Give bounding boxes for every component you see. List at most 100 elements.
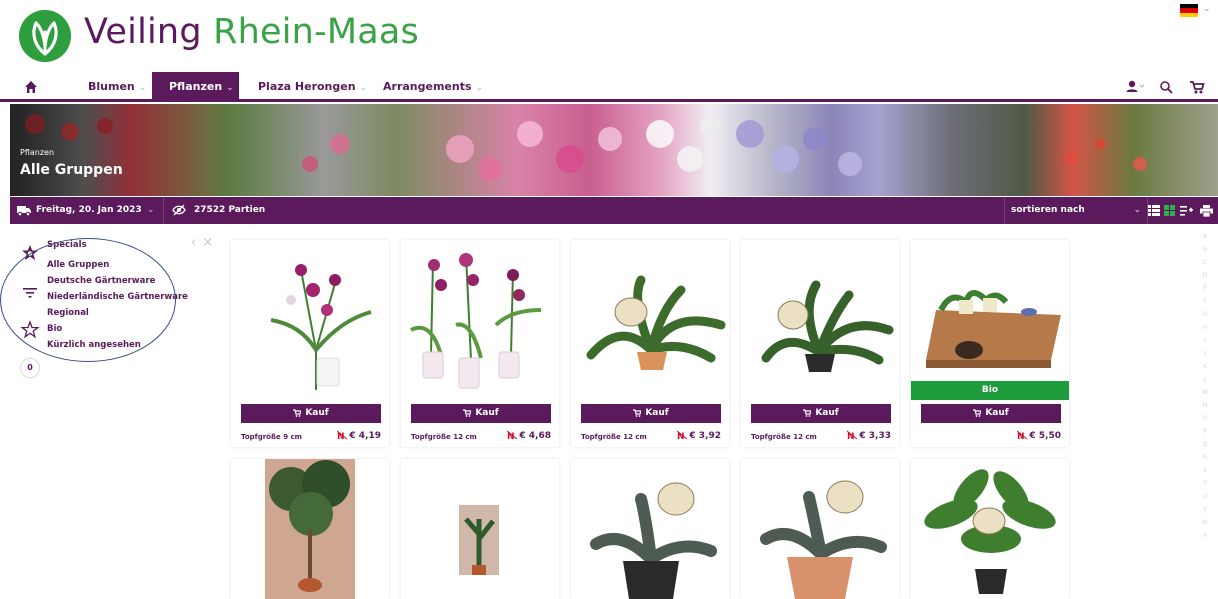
rail-letter[interactable]: P <box>1200 425 1210 438</box>
rail-letter[interactable]: E <box>1200 282 1210 295</box>
rail-letter[interactable]: L <box>1200 373 1210 386</box>
product-card[interactable] <box>231 459 389 599</box>
no-discount-icon: N <box>677 430 688 440</box>
nav-item-pflanzen[interactable]: Pflanzen ⌄ <box>152 72 239 102</box>
chevron-down-icon[interactable]: ⌄ <box>147 197 155 224</box>
nav-item-arrangements[interactable]: Arrangements ⌄ <box>375 72 491 102</box>
product-image[interactable] <box>401 240 559 400</box>
product-card[interactable]: Bio Kauf N € 5,50 <box>911 240 1069 447</box>
cart-icon <box>803 408 812 417</box>
product-card[interactable] <box>741 459 899 599</box>
list-view-icon[interactable] <box>1148 205 1160 216</box>
product-image[interactable] <box>741 459 899 599</box>
rail-letter[interactable]: V <box>1200 503 1210 516</box>
product-card[interactable]: Kauf Topfgröße 12 cm N € 3,92 <box>571 240 729 447</box>
annotation-circle <box>0 238 176 362</box>
lot-count: 27522 Partien <box>194 205 266 215</box>
product-image[interactable] <box>401 459 559 599</box>
rail-letter[interactable]: J <box>1200 347 1210 360</box>
sort-label: sortieren nach Artikelname <box>1011 205 1085 242</box>
nav-label: Arrangements <box>383 80 472 93</box>
grid-view-icon[interactable] <box>1164 205 1176 216</box>
rail-letter[interactable]: T <box>1200 477 1210 490</box>
brand-word-2: Rhein-Maas <box>213 12 419 52</box>
delivery-date-select[interactable]: Freitag, 20. Jan 2023 <box>36 197 142 224</box>
rail-letter[interactable]: U <box>1200 490 1210 503</box>
cart-icon <box>633 408 642 417</box>
rail-letter[interactable]: X <box>1200 529 1210 542</box>
product-card[interactable] <box>401 459 559 599</box>
nav-item-plaza-herongen[interactable]: Plaza Herongen ⌄ <box>250 72 375 102</box>
no-discount-icon: N <box>337 430 348 440</box>
product-image[interactable] <box>231 240 389 400</box>
breadcrumb[interactable]: Pflanzen <box>20 148 54 157</box>
rail-letter[interactable]: F <box>1200 295 1210 308</box>
buy-label: Kauf <box>645 408 669 418</box>
buy-button[interactable]: Kauf <box>581 404 721 423</box>
product-card[interactable]: Kauf Topfgröße 12 cm N € 4,68 <box>401 240 559 447</box>
add-list-icon[interactable] <box>1180 205 1193 216</box>
collapse-sidebar-icons[interactable]: ‹× <box>191 235 219 250</box>
rail-letter[interactable]: N <box>1200 399 1210 412</box>
buy-label: Kauf <box>305 408 329 418</box>
product-image[interactable] <box>571 240 729 400</box>
rail-letter[interactable]: H <box>1200 321 1210 334</box>
product-image[interactable] <box>911 459 1069 599</box>
buy-button[interactable]: Kauf <box>751 404 891 423</box>
cart-icon[interactable] <box>1188 78 1206 96</box>
rail-letter[interactable]: G <box>1200 308 1210 321</box>
rail-letter[interactable]: A <box>1200 230 1210 243</box>
rail-letter[interactable]: O <box>1200 412 1210 425</box>
search-icon[interactable] <box>1158 78 1174 96</box>
rail-letter[interactable]: C <box>1200 256 1210 269</box>
rail-letter[interactable]: W <box>1200 516 1210 529</box>
eye-slash-icon[interactable] <box>172 204 186 216</box>
price: N € 3,92 <box>677 430 721 441</box>
buy-button[interactable]: Kauf <box>411 404 551 423</box>
product-image[interactable] <box>571 459 729 599</box>
rail-letter[interactable]: B <box>1200 243 1210 256</box>
price: N € 5,50 <box>1017 430 1061 441</box>
product-card[interactable] <box>571 459 729 599</box>
hero-banner: Pflanzen Alle Gruppen <box>10 104 1218 196</box>
page-title: Alle Gruppen <box>20 162 123 178</box>
sort-select[interactable]: sortieren nach Artikelname ⌄ <box>1004 197 1148 242</box>
buy-button[interactable]: Kauf <box>921 404 1061 423</box>
pot-size: Topfgröße 12 cm <box>411 433 477 441</box>
rail-letter[interactable]: S <box>1200 464 1210 477</box>
product-card[interactable] <box>911 459 1069 599</box>
brand-logo-icon[interactable] <box>19 10 71 62</box>
rail-letter[interactable]: Q <box>1200 438 1210 451</box>
nav-item-blumen[interactable]: Blumen ⌄ <box>80 72 154 102</box>
price-value: € 4,68 <box>519 431 551 441</box>
alphabet-index[interactable]: A B C D E F G H I J K L M N O P Q R S T … <box>1200 230 1210 542</box>
product-image[interactable] <box>231 459 389 599</box>
product-image[interactable] <box>741 240 899 400</box>
price: N € 4,68 <box>507 430 551 441</box>
chevron-down-icon: ⌄ <box>475 83 484 93</box>
brand-name[interactable]: Veiling Rhein-Maas <box>84 12 419 52</box>
language-caret-icon[interactable]: ⌄ <box>1203 4 1211 14</box>
rail-letter[interactable]: R <box>1200 451 1210 464</box>
product-card[interactable]: Kauf Topfgröße 12 cm N € 3,33 <box>741 240 899 447</box>
rail-letter[interactable]: D <box>1200 269 1210 282</box>
filter-sidebar: Specials Alle Gruppen Deutsche Gärtnerwa… <box>0 230 225 390</box>
user-icon[interactable] <box>1124 78 1146 96</box>
buy-label: Kauf <box>475 408 499 418</box>
header: Veiling Rhein-Maas ⌄ <box>0 0 1218 72</box>
print-icon[interactable] <box>1200 205 1213 217</box>
no-discount-icon: N <box>507 430 518 440</box>
pot-size: Topfgröße 12 cm <box>751 433 817 441</box>
product-image[interactable] <box>911 240 1069 400</box>
german-flag-icon[interactable] <box>1180 4 1198 17</box>
home-icon[interactable] <box>22 78 40 96</box>
rail-letter[interactable]: M <box>1200 386 1210 399</box>
price-value: € 5,50 <box>1029 431 1061 441</box>
buy-label: Kauf <box>815 408 839 418</box>
product-card[interactable]: Kauf Topfgröße 9 cm N € 4,19 <box>231 240 389 447</box>
buy-button[interactable]: Kauf <box>241 404 381 423</box>
filter-toolbar: Freitag, 20. Jan 2023 ⌄ 27522 Partien so… <box>10 197 1218 242</box>
rail-letter[interactable]: I <box>1200 334 1210 347</box>
favorites-count-badge[interactable]: 0 <box>20 358 40 378</box>
rail-letter[interactable]: K <box>1200 360 1210 373</box>
